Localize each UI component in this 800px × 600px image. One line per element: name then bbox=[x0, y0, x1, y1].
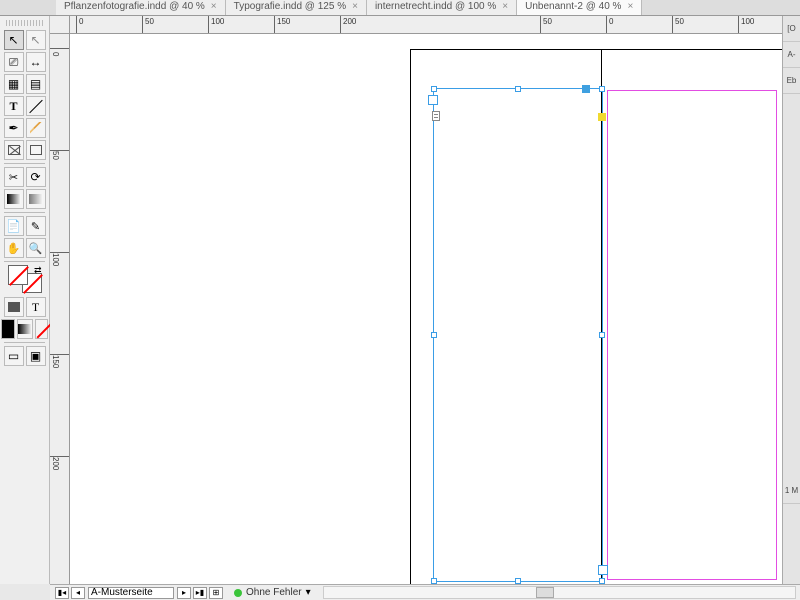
swap-fill-stroke-icon[interactable]: ⇄ bbox=[34, 265, 42, 276]
panel-tab[interactable]: A- bbox=[783, 42, 800, 68]
document-tabs: Pflanzenfotografie.indd @ 40 %× Typograf… bbox=[0, 0, 800, 16]
page-field[interactable] bbox=[88, 587, 174, 599]
selection-handle[interactable] bbox=[431, 86, 437, 92]
link-indicator-icon bbox=[582, 85, 590, 93]
margin-guide-right bbox=[607, 90, 777, 580]
tab-doc[interactable]: internetrecht.indd @ 100 %× bbox=[367, 0, 517, 15]
prev-page-button[interactable]: ◂ bbox=[71, 587, 85, 599]
open-pages-panel-button[interactable]: ⊞ bbox=[209, 587, 223, 599]
type-tool[interactable]: T bbox=[4, 96, 24, 116]
panel-tab[interactable]: Eb bbox=[783, 68, 800, 94]
tab-doc[interactable]: Typografie.indd @ 125 %× bbox=[226, 0, 367, 15]
first-page-button[interactable]: ▮◂ bbox=[55, 587, 69, 599]
vertical-ruler[interactable]: 0 50 100 150 200 bbox=[50, 34, 70, 584]
preflight-status[interactable]: Ohne Fehler bbox=[246, 587, 302, 598]
apply-none-icon[interactable] bbox=[35, 319, 49, 339]
pasteboard[interactable] bbox=[70, 34, 800, 584]
rectangle-tool[interactable] bbox=[26, 140, 46, 160]
content-placer-tool[interactable]: ▤ bbox=[26, 74, 46, 94]
close-icon[interactable]: × bbox=[352, 1, 358, 12]
apply-gradient-icon[interactable] bbox=[17, 319, 33, 339]
formatting-container-icon[interactable] bbox=[4, 297, 24, 317]
selection-handle[interactable] bbox=[431, 332, 437, 338]
toolbox: ↖↖ ⎚↔ ▦▤ T ✒ ⟳ 📄 ⇄ T ▭▣ bbox=[0, 16, 50, 584]
close-icon[interactable]: × bbox=[627, 1, 633, 12]
panel-grip[interactable] bbox=[6, 20, 43, 26]
selection-handle[interactable] bbox=[599, 332, 605, 338]
out-port[interactable] bbox=[598, 565, 608, 575]
tab-doc[interactable]: Unbenannt-2 @ 40 %× bbox=[517, 0, 642, 15]
formatting-text-icon[interactable]: T bbox=[26, 297, 46, 317]
text-frame[interactable] bbox=[433, 88, 603, 582]
close-icon[interactable]: × bbox=[502, 1, 508, 12]
ruler-origin[interactable] bbox=[50, 16, 70, 34]
next-page-button[interactable]: ▸ bbox=[177, 587, 191, 599]
pencil-tool[interactable] bbox=[26, 118, 46, 138]
apply-color-icon[interactable] bbox=[1, 319, 15, 339]
master-spread[interactable] bbox=[410, 49, 790, 584]
gap-tool[interactable]: ↔ bbox=[26, 52, 46, 72]
scroll-thumb[interactable] bbox=[536, 587, 554, 598]
status-bar: ▮◂ ◂ ▸ ▸▮ ⊞ Ohne Fehler ▾ bbox=[50, 584, 800, 600]
in-port[interactable] bbox=[428, 95, 438, 105]
anchored-object-icon bbox=[598, 113, 606, 121]
last-page-button[interactable]: ▸▮ bbox=[193, 587, 207, 599]
gradient-swatch-tool[interactable] bbox=[4, 189, 24, 209]
panel-tab[interactable]: [O bbox=[783, 16, 800, 42]
tab-doc[interactable]: Pflanzenfotografie.indd @ 40 %× bbox=[56, 0, 226, 15]
note-tool[interactable]: 📄 bbox=[4, 216, 24, 236]
content-collector-tool[interactable]: ▦ bbox=[4, 74, 24, 94]
scissors-tool[interactable] bbox=[4, 167, 24, 187]
thread-indicator-icon bbox=[432, 111, 440, 121]
preflight-menu-icon[interactable]: ▾ bbox=[306, 587, 311, 598]
fill-stroke-swatch[interactable]: ⇄ bbox=[8, 265, 42, 293]
view-mode-preview[interactable]: ▣ bbox=[26, 346, 46, 366]
preflight-ok-icon bbox=[234, 589, 242, 597]
horizontal-scrollbar[interactable] bbox=[323, 586, 796, 599]
right-dock: [O A- Eb 1 M bbox=[782, 16, 800, 584]
eyedropper-tool[interactable] bbox=[26, 216, 46, 236]
horizontal-ruler[interactable]: 0 50 100 150 200 50 0 50 100 bbox=[70, 16, 800, 34]
pen-tool[interactable]: ✒ bbox=[4, 118, 24, 138]
gradient-feather-tool[interactable] bbox=[26, 189, 46, 209]
close-icon[interactable]: × bbox=[211, 1, 217, 12]
fill-swatch[interactable] bbox=[8, 265, 28, 285]
line-tool[interactable] bbox=[26, 96, 46, 116]
hand-tool[interactable] bbox=[4, 238, 24, 258]
free-transform-tool[interactable]: ⟳ bbox=[26, 167, 46, 187]
selection-handle[interactable] bbox=[515, 86, 521, 92]
panel-tab[interactable]: 1 M bbox=[783, 478, 800, 504]
zoom-tool[interactable] bbox=[26, 238, 46, 258]
rectangle-frame-tool[interactable] bbox=[4, 140, 24, 160]
selection-handle[interactable] bbox=[599, 86, 605, 92]
direct-selection-tool[interactable]: ↖ bbox=[26, 30, 46, 50]
selection-tool[interactable]: ↖ bbox=[4, 30, 24, 50]
page-tool[interactable]: ⎚ bbox=[4, 52, 24, 72]
view-mode-normal[interactable]: ▭ bbox=[4, 346, 24, 366]
